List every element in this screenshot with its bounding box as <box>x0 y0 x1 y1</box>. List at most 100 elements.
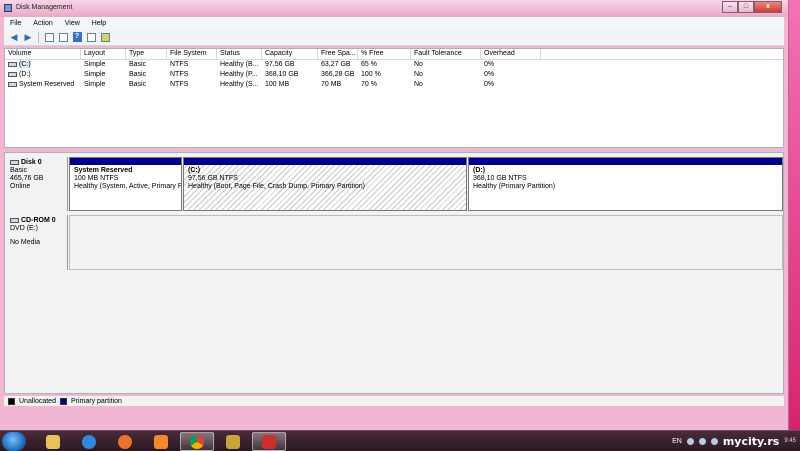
properties-icon[interactable] <box>57 31 69 43</box>
column-percent-free[interactable]: % Free <box>358 49 411 59</box>
window-title: Disk Management <box>16 4 73 11</box>
partition-size: 100 MB NTFS <box>74 175 119 182</box>
table-row[interactable]: System Reserved Simple Basic NTFS Health… <box>5 80 783 90</box>
start-button[interactable] <box>2 432 26 451</box>
table-cell: No <box>414 61 423 68</box>
cdrom-0-label[interactable]: CD-ROM 0 DVD (E:) No Media <box>7 215 68 270</box>
table-cell: NTFS <box>170 61 189 68</box>
table-cell: No <box>414 81 423 88</box>
column-capacity[interactable]: Capacity <box>262 49 318 59</box>
check-disk-icon[interactable] <box>99 31 111 43</box>
menu-action[interactable]: Action <box>27 20 58 27</box>
partition-system-reserved[interactable]: System Reserved 100 MB NTFS Healthy (Sys… <box>69 157 182 211</box>
partition-status: Healthy (Boot, Page File, Crash Dump, Pr… <box>188 183 366 190</box>
taskbar-firefox[interactable] <box>108 432 142 451</box>
toolbar: ◀ ▶ ? <box>4 29 784 46</box>
network-icon[interactable] <box>698 438 706 445</box>
disk-graphical-view: Disk 0 Basic 465,76 GB Online System Res… <box>4 152 784 394</box>
partition-d[interactable]: (D:) 368,10 GB NTFS Healthy (Primary Par… <box>468 157 783 211</box>
menu-view[interactable]: View <box>59 20 86 27</box>
taskbar-media-player[interactable] <box>144 432 178 451</box>
column-file-system[interactable]: File System <box>167 49 217 59</box>
table-cell: No <box>414 71 423 78</box>
view-list-icon[interactable] <box>85 31 97 43</box>
table-cell: 100 % <box>361 71 381 78</box>
column-overhead[interactable]: Overhead <box>481 49 541 59</box>
back-arrow-icon[interactable]: ◀ <box>8 31 20 43</box>
cdrom-status: No Media <box>10 239 40 246</box>
table-cell: Simple <box>84 71 106 78</box>
disk-management-window: Disk Management – □ x File Action View H… <box>0 0 789 430</box>
language-indicator[interactable]: EN <box>672 438 682 445</box>
table-cell: NTFS <box>170 71 189 78</box>
column-type[interactable]: Type <box>126 49 167 59</box>
volume-icon[interactable] <box>710 438 718 445</box>
taskbar-disk-management[interactable] <box>252 432 286 451</box>
primary-partition-bar <box>184 158 466 165</box>
cdrom-media-area[interactable] <box>69 215 783 270</box>
internet-explorer-icon <box>82 434 96 449</box>
hard-disk-icon <box>10 159 19 165</box>
partition-c[interactable]: (C:) 97,56 GB NTFS Healthy (Boot, Page F… <box>183 157 467 211</box>
table-cell: Simple <box>84 81 106 88</box>
legend-unallocated: Unallocated <box>19 397 56 405</box>
table-cell: 70 MB <box>321 81 342 88</box>
close-button[interactable]: x <box>754 1 782 13</box>
column-layout[interactable]: Layout <box>81 49 126 59</box>
help-icon[interactable]: ? <box>71 31 83 43</box>
forward-arrow-icon[interactable]: ▶ <box>22 31 34 43</box>
help-tray-icon[interactable] <box>686 438 694 445</box>
taskbar-chrome[interactable] <box>180 432 214 451</box>
table-cell: 70 % <box>361 81 377 88</box>
table-cell: 366,28 GB <box>321 71 355 78</box>
minimize-button[interactable]: – <box>722 1 738 13</box>
menu-bar: File Action View Help <box>4 17 784 29</box>
drive-icon <box>8 61 17 67</box>
table-cell: Basic <box>129 71 147 78</box>
partition-status: Healthy (System, Active, Primary P <box>74 183 181 190</box>
table-cell: 97,56 GB <box>265 61 295 68</box>
app-icon <box>226 434 240 449</box>
taskbar-internet-explorer[interactable] <box>72 432 106 451</box>
table-cell: Basic <box>129 81 147 88</box>
taskbar-explorer[interactable] <box>36 432 70 451</box>
clock[interactable]: 9:45 <box>784 438 796 445</box>
column-free-space[interactable]: Free Spa... <box>318 49 358 59</box>
menu-help[interactable]: Help <box>86 20 112 27</box>
primary-partition-bar <box>70 158 181 165</box>
console-tree-icon[interactable] <box>43 31 55 43</box>
primary-partition-bar <box>469 158 782 165</box>
volume-list-header: Volume Layout Type File System Status Ca… <box>5 49 783 60</box>
primary-partition-swatch <box>59 397 67 405</box>
table-cell: 0% <box>484 81 495 88</box>
maximize-button[interactable]: □ <box>738 1 754 13</box>
firefox-icon <box>118 434 132 449</box>
table-row[interactable]: (D:) Simple Basic NTFS Healthy (P... 368… <box>5 70 783 80</box>
media-player-icon <box>154 434 168 449</box>
partition-name: (C:) <box>188 167 201 174</box>
column-volume[interactable]: Volume <box>5 49 81 59</box>
disk-management-taskbar-icon <box>262 434 276 449</box>
cd-rom-icon <box>10 217 19 223</box>
disk-0-row: Disk 0 Basic 465,76 GB Online System Res… <box>7 157 783 211</box>
legend: Unallocated Primary partition <box>4 396 784 406</box>
cdrom-name: CD-ROM 0 <box>21 217 56 224</box>
column-fault-tolerance[interactable]: Fault Tolerance <box>411 49 481 59</box>
disk-status: Online <box>10 183 31 190</box>
disk-0-label[interactable]: Disk 0 Basic 465,76 GB Online <box>7 157 68 211</box>
cdrom-type: DVD (E:) <box>10 225 38 232</box>
drive-icon <box>8 71 17 77</box>
system-tray: EN mycity.rs 9:45 <box>672 431 800 451</box>
table-cell: 100 MB <box>265 81 290 88</box>
volume-name: (C:) <box>19 61 31 68</box>
table-cell: 63,27 GB <box>321 61 351 68</box>
table-row[interactable]: (C:) Simple Basic NTFS Healthy (B... 97,… <box>5 60 783 70</box>
table-cell: Healthy (B... <box>220 61 259 68</box>
taskbar-app[interactable] <box>216 432 250 451</box>
title-bar[interactable]: Disk Management – □ x <box>0 0 788 17</box>
menu-file[interactable]: File <box>4 20 27 27</box>
disk-name: Disk 0 <box>21 159 42 166</box>
partition-name: System Reserved <box>74 167 133 174</box>
table-cell: NTFS <box>170 81 189 88</box>
column-status[interactable]: Status <box>217 49 262 59</box>
